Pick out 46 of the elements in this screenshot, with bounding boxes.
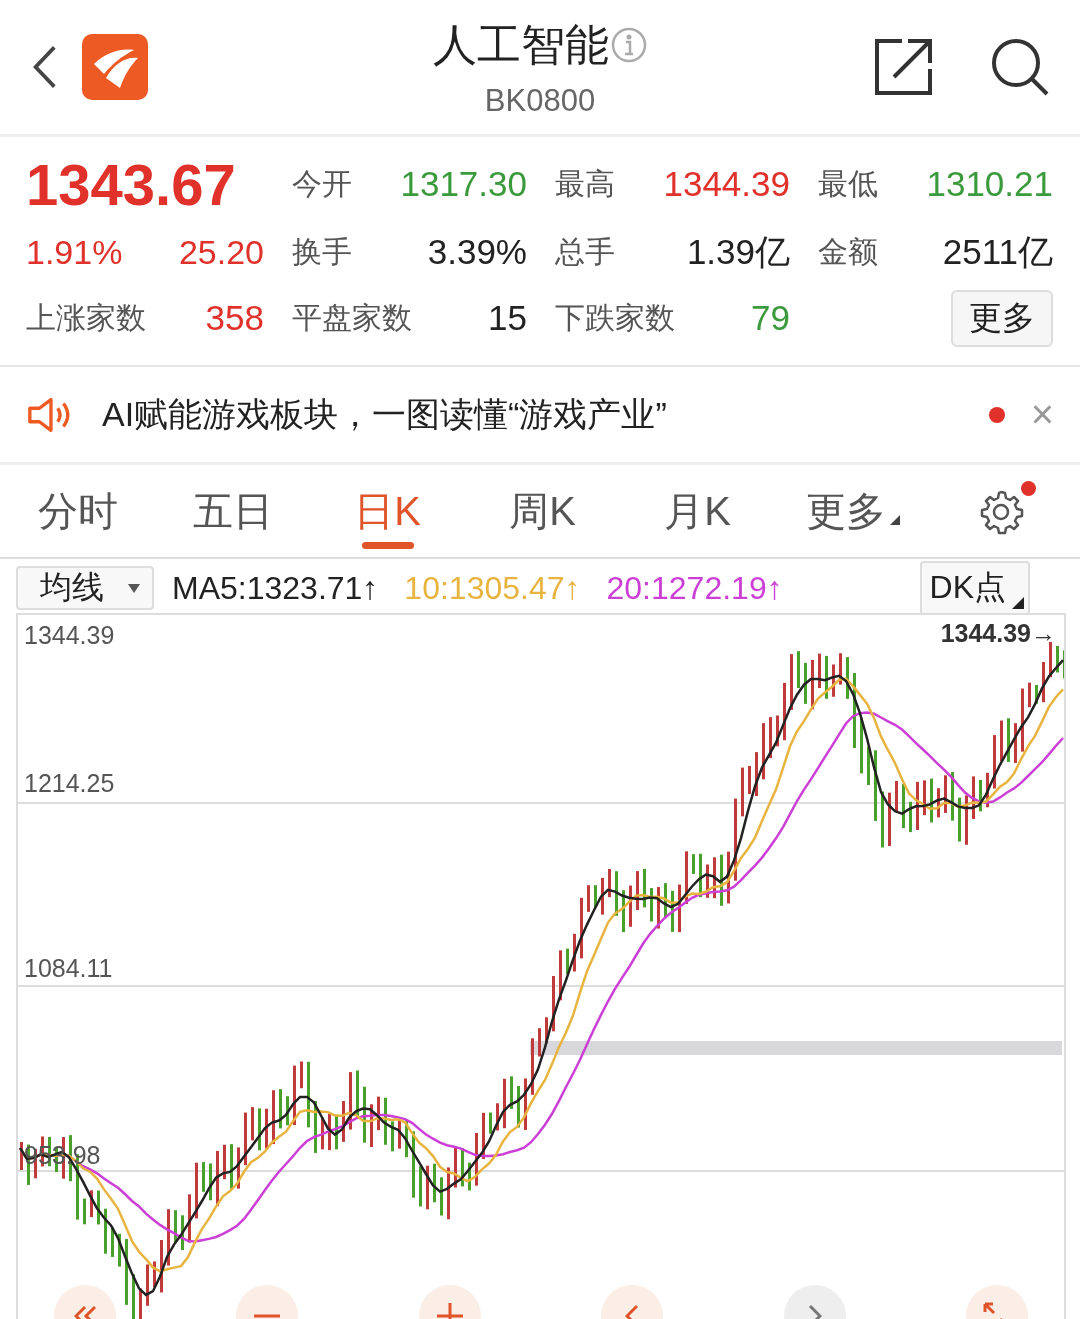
period-tab[interactable]: 周K bbox=[465, 465, 620, 557]
field-value: 1344.39 bbox=[663, 164, 790, 204]
change-amount: 25.20 bbox=[178, 232, 264, 272]
axis-label: 1084.11 bbox=[24, 954, 113, 983]
period-tab[interactable]: 更多 bbox=[775, 465, 930, 557]
period-tab[interactable]: 五日 bbox=[155, 465, 310, 557]
sector-code: BK0800 bbox=[484, 82, 596, 119]
moving-average-value: MA5:1323.71↑ bbox=[172, 569, 379, 607]
page-title: 人工智能 bbox=[433, 18, 609, 71]
news-headline[interactable]: AI赋能游戏板块，一图读懂“游戏产业” bbox=[102, 391, 989, 438]
field-value: 1317.30 bbox=[400, 164, 527, 204]
field-label: 最高 bbox=[555, 165, 615, 202]
last-price: 1343.67 bbox=[26, 151, 236, 217]
breadth-value: 79 bbox=[751, 298, 790, 338]
change-percent: 1.91% bbox=[26, 232, 123, 272]
breadth-label: 上涨家数 bbox=[26, 299, 146, 336]
period-tab[interactable]: 日K bbox=[310, 465, 465, 557]
field-value: 1310.21 bbox=[926, 164, 1053, 204]
field-value: 2511亿 bbox=[942, 230, 1053, 273]
search-icon[interactable] bbox=[990, 37, 1050, 97]
app-logo-icon[interactable] bbox=[82, 34, 148, 100]
field-value: 3.39% bbox=[427, 232, 527, 272]
breadth-value: 15 bbox=[488, 298, 527, 338]
period-tab[interactable]: 分时 bbox=[0, 465, 155, 557]
field-label: 最低 bbox=[818, 165, 878, 202]
minus-icon bbox=[253, 1314, 282, 1318]
dk-button[interactable]: DK点 bbox=[919, 561, 1030, 615]
field-label: 换手 bbox=[292, 233, 352, 270]
field-value: 1.39亿 bbox=[686, 230, 790, 273]
breadth-value: 358 bbox=[205, 298, 264, 338]
breadth-label: 平盘家数 bbox=[292, 299, 412, 336]
info-icon[interactable] bbox=[611, 27, 647, 63]
indicator-dropdown[interactable]: 均线 bbox=[16, 566, 154, 610]
moving-average-value: 10:1305.47↑ bbox=[404, 569, 581, 607]
high-price-label: 1344.39→ bbox=[940, 619, 1056, 648]
field-label: 金额 bbox=[818, 233, 878, 270]
axis-label: 1214.25 bbox=[24, 769, 115, 798]
field-label: 今开 bbox=[292, 165, 352, 202]
axis-label: 1344.39 bbox=[24, 621, 115, 650]
breadth-label: 下跌家数 bbox=[555, 299, 675, 336]
share-icon[interactable] bbox=[874, 37, 934, 97]
moving-average-value: 20:1272.19↑ bbox=[606, 569, 783, 607]
field-label: 总手 bbox=[555, 233, 615, 270]
period-tab[interactable]: 月K bbox=[620, 465, 775, 557]
dropdown-corner-icon bbox=[889, 514, 900, 525]
more-button[interactable]: 更多 bbox=[951, 289, 1053, 347]
